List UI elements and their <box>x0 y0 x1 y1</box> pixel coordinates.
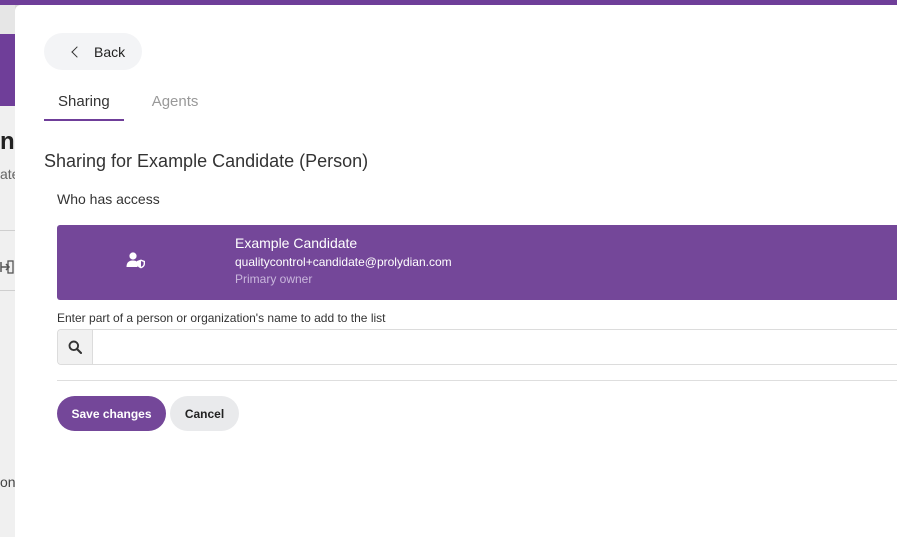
tab-agents[interactable]: Agents <box>138 91 213 121</box>
divider <box>57 380 897 381</box>
access-person-role: Primary owner <box>235 272 313 286</box>
background-divider <box>0 230 15 231</box>
background-bottom-fragment: on <box>0 474 15 490</box>
back-button-label: Back <box>94 43 126 60</box>
search-field <box>57 329 897 365</box>
search-input[interactable] <box>93 330 897 364</box>
background-login-icon <box>0 259 15 279</box>
search-icon <box>58 330 93 364</box>
access-list-item[interactable]: Example Candidate qualitycontrol+candida… <box>57 225 897 300</box>
tab-bar: Sharing Agents <box>44 91 212 121</box>
background-title-fragment: nc <box>0 128 15 155</box>
tab-sharing[interactable]: Sharing <box>44 91 124 121</box>
page-title: Sharing for Example Candidate (Person) <box>44 151 369 171</box>
background-divider <box>0 290 15 291</box>
sharing-panel: Back Sharing Agents Sharing for Example … <box>15 5 897 537</box>
search-hint: Enter part of a person or organization's… <box>57 311 386 325</box>
person-shield-icon <box>126 251 146 269</box>
access-person-name: Example Candidate <box>235 235 358 251</box>
chevron-left-icon <box>71 45 83 58</box>
who-has-access-label: Who has access <box>57 191 160 207</box>
background-header <box>0 34 15 106</box>
back-button[interactable]: Back <box>44 33 142 70</box>
cancel-button[interactable]: Cancel <box>170 396 239 431</box>
save-changes-button[interactable]: Save changes <box>57 396 166 431</box>
background-subtitle-fragment: ate <box>0 166 15 182</box>
access-person-email: qualitycontrol+candidate@prolydian.com <box>235 255 452 269</box>
